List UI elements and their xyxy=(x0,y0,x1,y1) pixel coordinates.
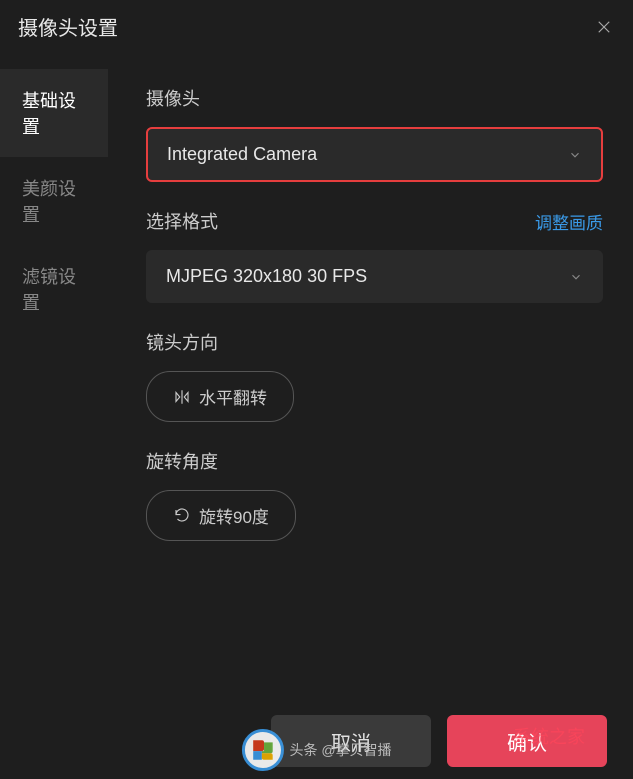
camera-label: 摄像头 xyxy=(146,85,200,111)
camera-select[interactable]: Integrated Camera xyxy=(146,127,603,182)
watermark-logo-icon xyxy=(241,729,283,771)
camera-select-value: Integrated Camera xyxy=(167,144,317,165)
format-select-value: MJPEG 320x180 30 FPS xyxy=(166,266,367,287)
format-select[interactable]: MJPEG 320x180 30 FPS xyxy=(146,250,603,303)
adjust-quality-link[interactable]: 调整画质 xyxy=(535,209,603,234)
watermark-center: 头条 @掌贝智播 xyxy=(241,729,391,771)
sidebar: 基础设置 美颜设置 滤镜设置 xyxy=(0,61,108,710)
sidebar-item-basic[interactable]: 基础设置 xyxy=(0,69,108,157)
window-title: 摄像头设置 xyxy=(18,12,118,41)
flip-horizontal-button[interactable]: 水平翻转 xyxy=(146,371,294,422)
content-panel: 摄像头 Integrated Camera 选择格式 调整画质 MJPEG 32… xyxy=(108,61,633,710)
rotation-label: 旋转角度 xyxy=(146,448,218,474)
rotate-button-label: 旋转90度 xyxy=(199,503,269,528)
close-icon[interactable] xyxy=(593,16,615,38)
flip-horizontal-icon xyxy=(173,388,191,406)
sidebar-item-beauty[interactable]: 美颜设置 xyxy=(0,157,108,245)
watermark-center-text: 头条 @掌贝智播 xyxy=(289,740,391,760)
confirm-button[interactable]: 确认 xyxy=(447,715,607,767)
format-label: 选择格式 xyxy=(146,208,218,234)
flip-button-label: 水平翻转 xyxy=(199,384,267,409)
direction-label: 镜头方向 xyxy=(146,329,218,355)
chevron-down-icon xyxy=(568,148,582,162)
rotate-90-button[interactable]: 旋转90度 xyxy=(146,490,296,541)
rotate-icon xyxy=(173,507,191,525)
sidebar-item-filter[interactable]: 滤镜设置 xyxy=(0,245,108,333)
chevron-down-icon xyxy=(569,270,583,284)
